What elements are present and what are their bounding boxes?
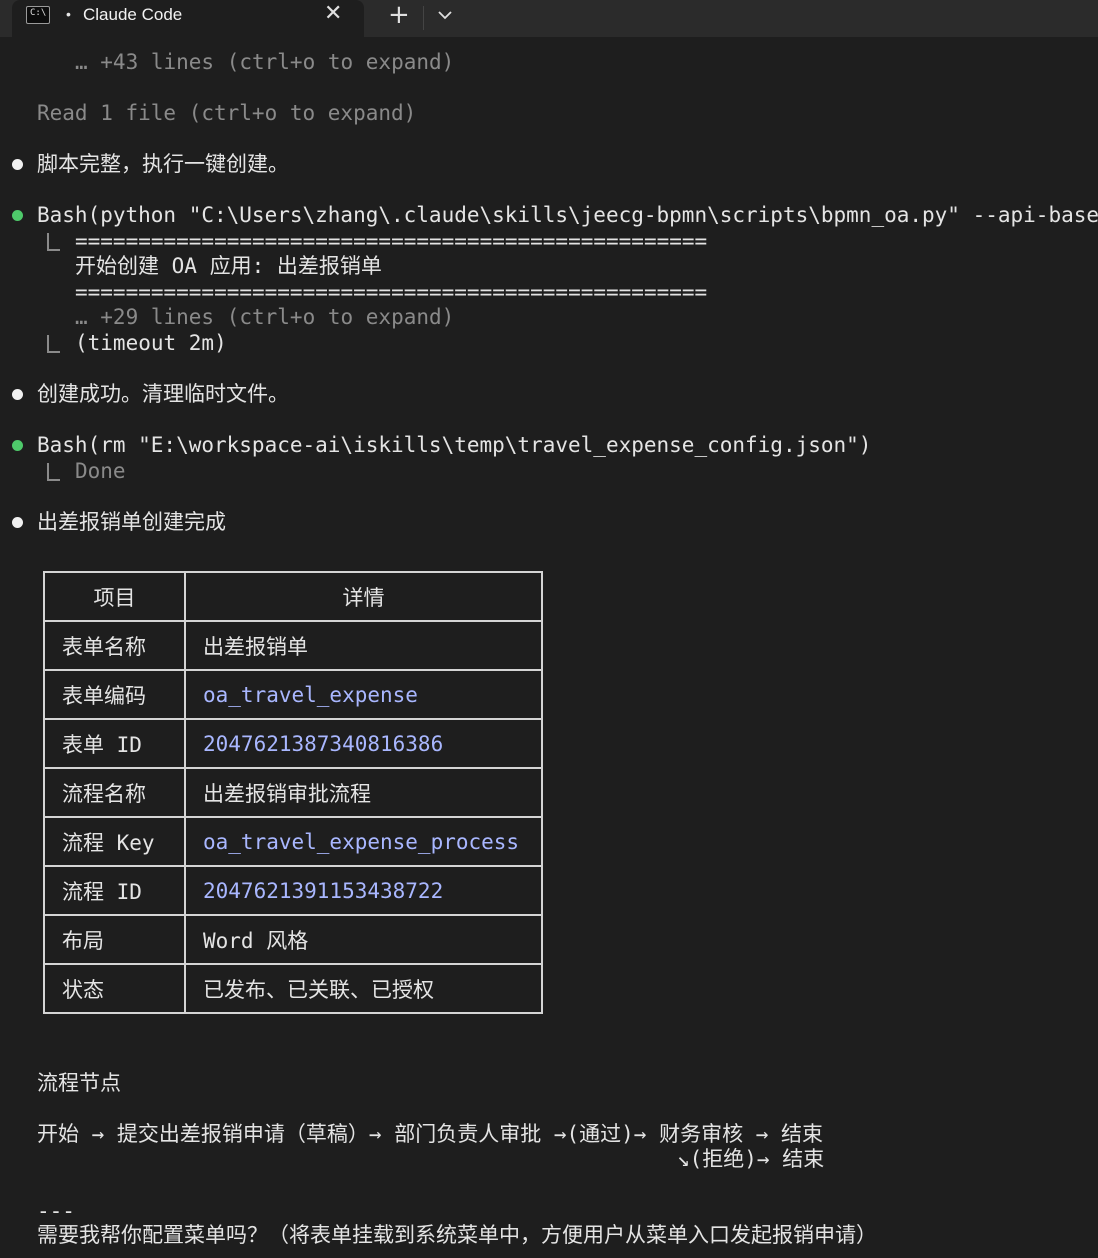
tab-title: Claude Code	[83, 5, 183, 24]
table-cell-key: 流程名称	[43, 767, 186, 818]
table-header-row: 项目 详情	[43, 571, 543, 622]
table-row: 流程 ID 2047621391153438722	[43, 865, 543, 916]
chevron-down-icon[interactable]	[436, 6, 454, 24]
table-row: 布局 Word 风格	[43, 914, 543, 965]
output-connector	[47, 233, 60, 251]
table-row: 表单编码 oa_travel_expense	[43, 669, 543, 720]
terminal-icon: C:\	[26, 6, 50, 24]
collapsed-output[interactable]: … +43 lines (ctrl+o to expand)	[75, 49, 454, 75]
table-cell-value: oa_travel_expense_process	[184, 816, 543, 867]
output-rule: ========================================…	[75, 280, 708, 304]
table-cell-key: 布局	[43, 914, 186, 965]
close-icon[interactable]: ✕	[324, 1, 342, 26]
table-cell-value: 出差报销单	[184, 620, 543, 671]
title-bar: C:\ • Claude Code ✕ +	[0, 0, 1098, 37]
output-connector	[47, 335, 60, 353]
bash-command: Bash(python "C:\Users\zhang\.claude\skil…	[37, 203, 1098, 227]
table-cell-key: 流程 Key	[43, 816, 186, 867]
bash-command: Bash(rm "E:\workspace-ai\iskills\temp\tr…	[37, 433, 872, 457]
result-table: 项目 详情 表单名称 出差报销单 表单编码 oa_travel_expense …	[43, 571, 543, 1014]
table-cell-key: 表单 ID	[43, 718, 186, 769]
table-row: 流程名称 出差报销审批流程	[43, 767, 543, 818]
assistant-message: 创建成功。清理临时文件。	[37, 382, 289, 406]
table-cell-value: 2047621387340816386	[184, 718, 543, 769]
table-cell-key: 表单名称	[43, 620, 186, 671]
table-row: 状态 已发布、已关联、已授权	[43, 963, 543, 1014]
table-cell-value: 2047621391153438722	[184, 865, 543, 916]
assistant-message: 脚本完整，执行一键创建。	[37, 152, 289, 176]
output-connector	[47, 463, 60, 481]
table-header-cell: 项目	[43, 571, 186, 622]
table-row: 流程 Key oa_travel_expense_process	[43, 816, 543, 867]
tool-success-bullet	[12, 440, 23, 451]
table-cell-key: 状态	[43, 963, 186, 1014]
table-row: 表单 ID 2047621387340816386	[43, 718, 543, 769]
collapsed-output[interactable]: … +29 lines (ctrl+o to expand)	[75, 304, 454, 330]
table-cell-key: 流程 ID	[43, 865, 186, 916]
table-row: 表单名称 出差报销单	[43, 620, 543, 671]
markdown-rule: ---	[37, 1199, 75, 1223]
timeout-note: (timeout 2m)	[75, 331, 227, 355]
assistant-message: 出差报销单创建完成	[37, 510, 226, 534]
message-bullet	[12, 517, 23, 528]
assistant-question: 需要我帮你配置菜单吗？（将表单挂载到系统菜单中，方便用户从菜单入口发起报销申请）	[37, 1223, 877, 1247]
flow-main-path: 开始 → 提交出差报销申请（草稿）→ 部门负责人审批 →(通过)→ 财务审核 →…	[37, 1122, 824, 1146]
output-heading: 开始创建 OA 应用: 出差报销单	[75, 254, 382, 278]
new-tab-button[interactable]: +	[388, 0, 410, 30]
table-cell-value: Word 风格	[184, 914, 543, 965]
table-cell-value: 已发布、已关联、已授权	[184, 963, 543, 1014]
flow-reject-path: ↘(拒绝)→ 结束	[677, 1147, 825, 1171]
table-cell-value: 出差报销审批流程	[184, 767, 543, 818]
table-cell-value: oa_travel_expense	[184, 669, 543, 720]
table-header-cell: 详情	[184, 571, 543, 622]
read-files-summary[interactable]: Read 1 file (ctrl+o to expand)	[37, 100, 416, 126]
tab-claude-code[interactable]: C:\ • Claude Code ✕	[12, 0, 364, 37]
unsaved-dot-icon: •	[66, 6, 71, 22]
tool-success-bullet	[12, 210, 23, 221]
tab-divider	[423, 6, 424, 30]
output-rule: ========================================…	[75, 229, 708, 253]
table-cell-key: 表单编码	[43, 669, 186, 720]
flow-title: 流程节点	[37, 1071, 121, 1095]
command-result: Done	[75, 459, 126, 483]
message-bullet	[12, 159, 23, 170]
message-bullet	[12, 389, 23, 400]
